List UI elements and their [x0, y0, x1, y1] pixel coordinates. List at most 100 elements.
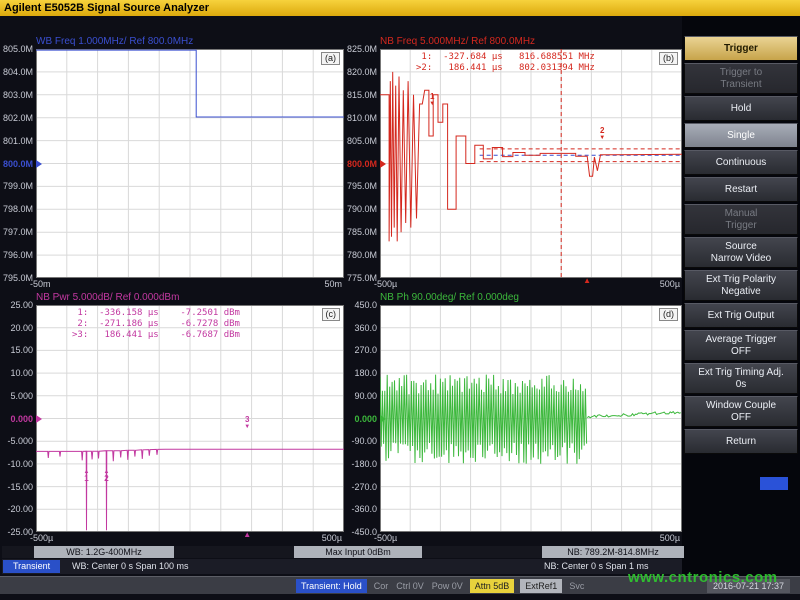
marker-flag: 3▼: [244, 416, 250, 430]
chart-title: WB Freq 1.000MHz/ Ref 800.0MHz: [36, 36, 193, 49]
x-axis-label-right: 500µ: [660, 279, 680, 289]
marker-flag: 1▼: [429, 93, 435, 107]
x-axis-label-right: 500µ: [322, 533, 342, 543]
nb-ph-settled: [587, 412, 681, 418]
y-axis: 805.0M804.0M803.0M802.0M801.0M800.0M799.…: [2, 49, 36, 278]
y-axis-label: 799.0M: [3, 181, 33, 191]
y-axis-label: 450.0: [354, 300, 377, 310]
y-axis-label: 780.0M: [347, 250, 377, 260]
y-axis-label: -5.000: [7, 436, 33, 446]
marker-flag: 2▼: [599, 127, 605, 141]
chart-panel-b: NB Freq 5.000MHz/ Ref 800.0MHz825.0M 820.…: [346, 36, 682, 290]
chart-header: NB Freq 5.000MHz/ Ref 800.0MHz: [346, 36, 682, 49]
sweep-status-bar: Transient WB: Center 0 s Span 100 ms NB:…: [2, 559, 682, 574]
chart-title: NB Freq 5.000MHz/ Ref 800.0MHz: [380, 36, 535, 49]
softkey-restart[interactable]: Restart: [684, 177, 798, 202]
x-axis-label-left: -500µ: [30, 533, 53, 543]
softkey-averagetrigger-off[interactable]: Average TriggerOFF: [684, 330, 798, 361]
watermark: www.cntronics.com: [628, 569, 778, 586]
x-axis-label-left: -500µ: [374, 279, 397, 289]
softkey-hold[interactable]: Hold: [684, 96, 798, 121]
chart-body: 825.0M820.0M815.0M810.0M805.0M800.0M795.…: [346, 49, 682, 278]
ref-level-marker: [36, 160, 42, 168]
softkey-exttrigpolarity-negative[interactable]: Ext Trig PolarityNegative: [684, 270, 798, 301]
sidebar: TriggerTrigger toTransientHoldSingleCont…: [682, 16, 800, 576]
chart-panel-a: WB Freq 1.000MHz/ Ref 800.0MHz805.0M804.…: [2, 36, 344, 290]
y-axis-label: 810.0M: [347, 113, 377, 123]
x-axis: -500µ500µ: [346, 532, 682, 544]
y-axis-label: 805.0M: [347, 136, 377, 146]
softkey-continuous[interactable]: Continuous: [684, 150, 798, 175]
softkey-exttrigtimingadj-0s[interactable]: Ext Trig Timing Adj.0s: [684, 363, 798, 394]
marker-readout: 1: -327.684 µs 816.688551 MHz >2: 186.44…: [416, 52, 595, 74]
y-axis-label: 804.0M: [3, 67, 33, 77]
y-axis-label: 5.000: [10, 391, 33, 401]
max-input-label: Max Input 0dBm: [294, 546, 422, 558]
y-axis-label: 90.00: [354, 391, 377, 401]
chart-body: 805.0M804.0M803.0M802.0M801.0M800.0M799.…: [2, 49, 344, 278]
softkey-windowcouple-off[interactable]: Window CoupleOFF: [684, 396, 798, 427]
y-axis-label: 785.0M: [347, 227, 377, 237]
y-axis-label: -180.0: [351, 459, 377, 469]
x-axis-marker: ▲: [583, 276, 591, 286]
softkey-return[interactable]: Return: [684, 429, 798, 454]
y-axis: 450.0360.0270.0180.090.000.000-90.00-180…: [346, 305, 380, 532]
plot-area: (c) 1: -336.158 µs -7.2501 dBm 2: -271.1…: [36, 305, 344, 532]
y-axis: 25.0020.0015.0010.005.0000.000-5.000-10.…: [2, 305, 36, 532]
chart-svg: [380, 49, 682, 278]
y-axis-label: 270.0: [354, 345, 377, 355]
y-axis-label: 25.00: [10, 300, 33, 310]
y-axis-label: -10.00: [7, 459, 33, 469]
y-axis-label: 795.0M: [347, 181, 377, 191]
marker-readout: 1: -336.158 µs -7.2501 dBm 2: -271.186 µ…: [72, 308, 240, 341]
softkey-source-narrowvideo[interactable]: SourceNarrow Video: [684, 237, 798, 268]
y-axis-label: 20.00: [10, 323, 33, 333]
y-axis-label: 825.0M: [347, 44, 377, 54]
x-axis: -500µ 500µ ▲: [346, 278, 682, 290]
x-axis-label-left: -500µ: [374, 533, 397, 543]
chart-panel-d: NB Ph 90.00deg/ Ref 0.000deg450.0 360.0 27…: [346, 292, 682, 544]
y-axis-label: 15.00: [10, 345, 33, 355]
chart-body: 450.0360.0270.0180.090.000.000-90.00-180…: [346, 305, 682, 532]
y-axis-label: 800.0M: [347, 159, 377, 169]
ref-level-marker: [36, 415, 42, 423]
marker-flag: ▲1: [84, 469, 90, 483]
sidebar-indicator: [760, 477, 788, 490]
chart-title: NB Ph 90.00deg/ Ref 0.000deg: [380, 292, 519, 305]
status-token-attn-5db: Attn 5dB: [470, 579, 515, 593]
status-token-ctrl-0v: Ctrl 0V: [395, 579, 425, 593]
y-axis-label: 798.0M: [3, 204, 33, 214]
chart-header: WB Freq 1.000MHz/ Ref 800.0MHz: [2, 36, 344, 49]
mode-badge: Transient: [3, 560, 60, 573]
softkey-exttrigoutput[interactable]: Ext Trig Output: [684, 303, 798, 328]
grid-lines: [36, 49, 344, 278]
x-axis: -50m50m: [2, 278, 344, 290]
y-axis-label: 360.0: [354, 323, 377, 333]
panel-letter: (b): [659, 52, 678, 65]
y-axis-label: 0.000: [10, 414, 33, 424]
chart-title: NB Pwr 5.000dB/ Ref 0.000dBm: [36, 292, 179, 305]
y-axis-label: 790.0M: [347, 204, 377, 214]
status-token-cor: Cor: [373, 579, 390, 593]
status-tokens: Transient: Hold Cor Ctrl 0V Pow 0V Attn 5dB E…: [296, 577, 585, 595]
status-token-extref1: ExtRef1: [520, 579, 562, 593]
wb-range-label: WB: 1.2G-400MHz: [34, 546, 174, 558]
chart-svg: [36, 49, 344, 278]
status-token-transient-hold: Transient: Hold: [296, 579, 367, 593]
y-axis-label: 800.0M: [3, 159, 33, 169]
y-axis-label: 815.0M: [347, 90, 377, 100]
y-axis: 825.0M820.0M815.0M810.0M805.0M800.0M795.…: [346, 49, 380, 278]
softkey-single[interactable]: Single: [684, 123, 798, 148]
y-axis-label: -360.0: [351, 504, 377, 514]
status-token-svc: Svc: [568, 579, 585, 593]
x-axis-label-left: -50m: [30, 279, 51, 289]
y-axis-label: 820.0M: [347, 67, 377, 77]
analyzer-screen: Agilent E5052B Signal Source Analyzer Re…: [0, 0, 800, 600]
chart-panel-c: NB Pwr 5.000dB/ Ref 0.000dBm25.00 20.00 15…: [2, 292, 344, 544]
status-token-pow-0v: Pow 0V: [431, 579, 464, 593]
y-axis-label: 10.00: [10, 368, 33, 378]
panel-letter: (a): [321, 52, 340, 65]
chart-body: 25.0020.0015.0010.005.0000.000-5.000-10.…: [2, 305, 344, 532]
ref-level-marker: [380, 160, 386, 168]
plot-area: (d): [380, 305, 682, 532]
